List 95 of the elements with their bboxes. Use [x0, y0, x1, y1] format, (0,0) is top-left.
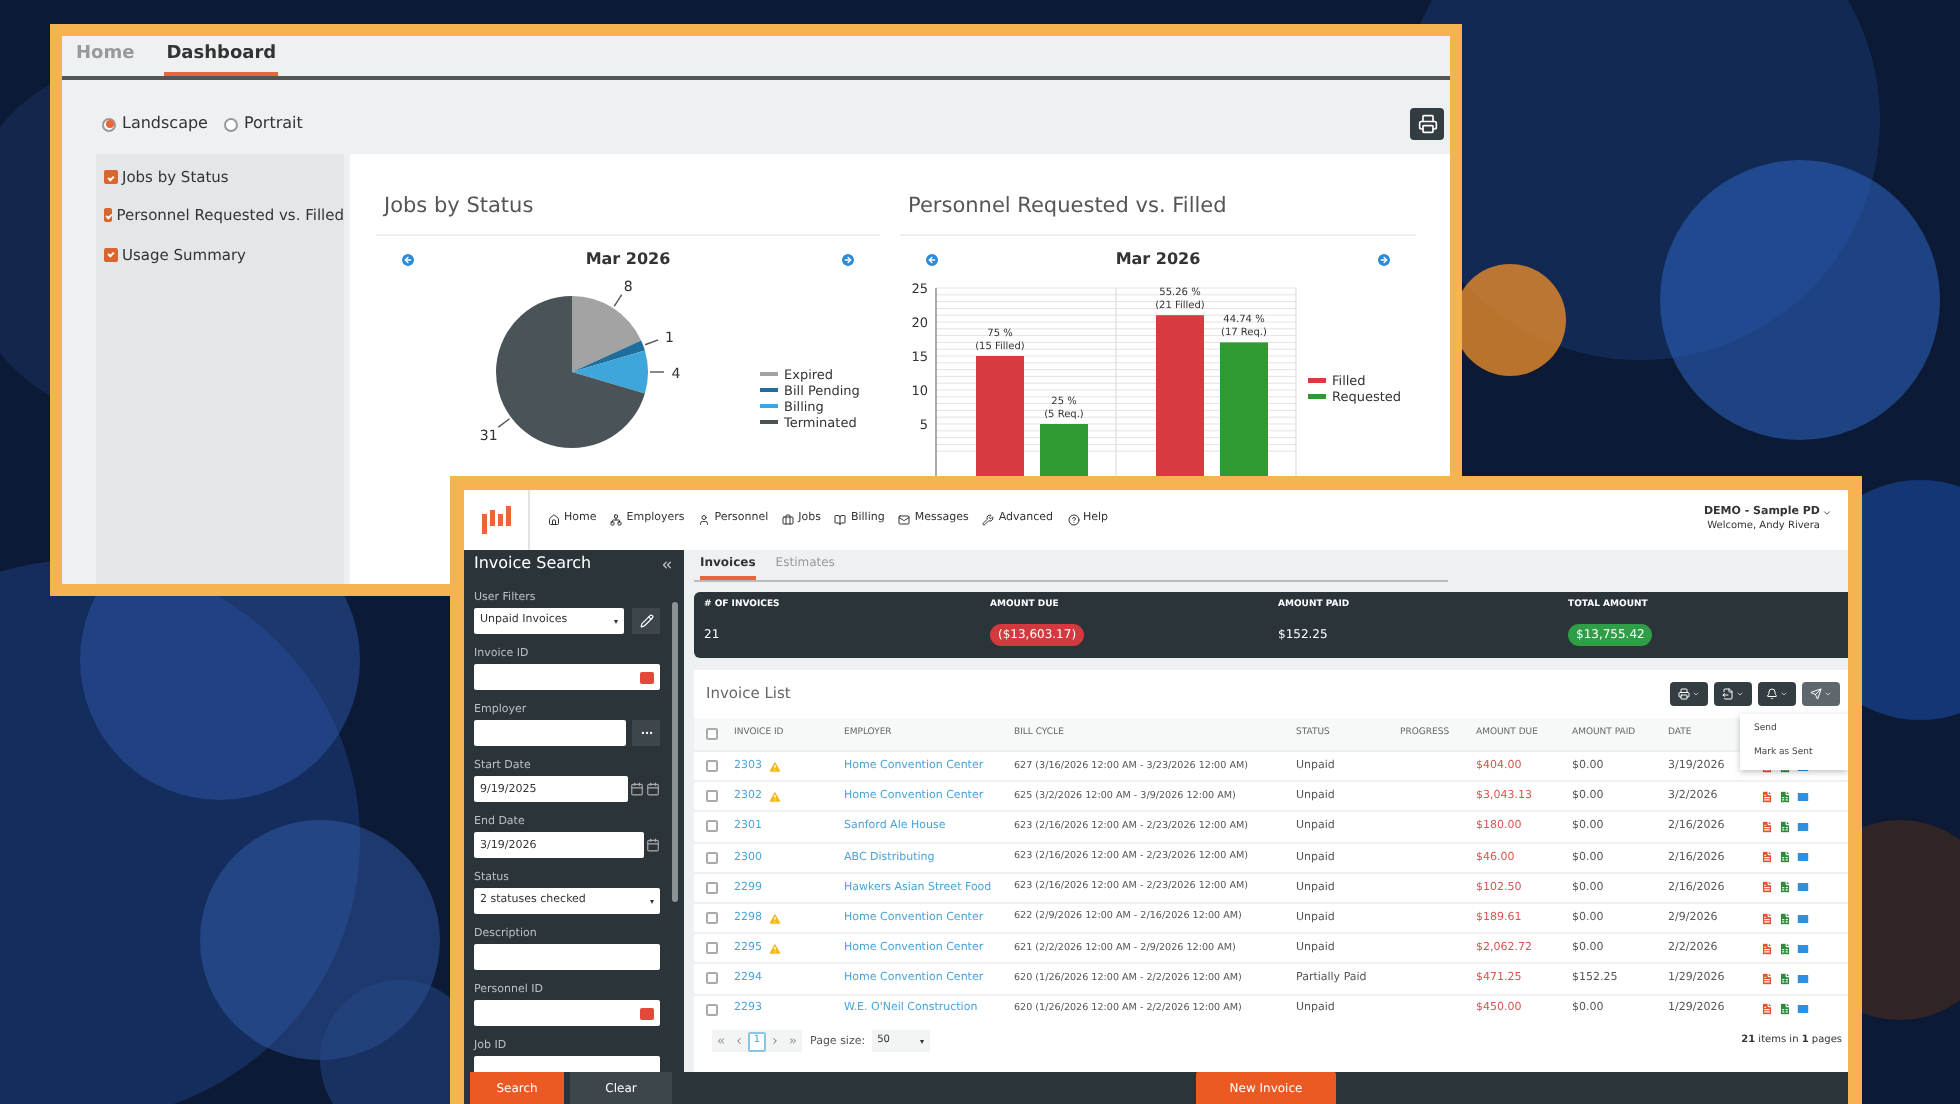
checkbox[interactable] [706, 728, 718, 740]
pdf-icon[interactable] [1760, 819, 1774, 834]
toolbar-dropdown-button[interactable] [1758, 682, 1796, 706]
home-icon [548, 514, 560, 526]
mail-icon[interactable] [1796, 1002, 1810, 1017]
radio-label: Landscape [122, 112, 208, 136]
pdf-icon[interactable] [1760, 1002, 1774, 1017]
send-icon [1810, 688, 1822, 700]
next-icon[interactable] [1375, 251, 1392, 268]
wrench-icon [982, 514, 995, 526]
checkbox[interactable] [706, 760, 718, 773]
legend-swatch [760, 403, 778, 408]
next-icon [770, 1036, 780, 1047]
bar [1220, 341, 1268, 482]
leader-line [649, 370, 665, 373]
spreadsheet-icon[interactable] [1778, 941, 1792, 956]
bar [1040, 423, 1088, 482]
widget-title: Jobs by Status [376, 192, 880, 236]
calendar-icon[interactable] [646, 782, 660, 796]
radio-button[interactable] [223, 117, 238, 131]
next-icon[interactable] [839, 251, 856, 268]
checkbox[interactable] [706, 790, 718, 803]
pdf-icon[interactable] [1760, 880, 1774, 895]
export-icon [1722, 688, 1734, 700]
input-field[interactable] [474, 944, 660, 970]
radio-button[interactable] [102, 117, 116, 131]
radio-label: Portrait [243, 112, 303, 136]
checkbox[interactable] [706, 881, 718, 894]
toolbar-dropdown-button[interactable] [1714, 682, 1752, 706]
pdf-icon[interactable] [1760, 789, 1774, 804]
spreadsheet-icon[interactable] [1778, 819, 1792, 834]
tab[interactable]: Dashboard [164, 41, 279, 76]
previous-icon[interactable] [400, 251, 416, 268]
spreadsheet-icon[interactable] [1778, 1002, 1792, 1017]
print-icon [1678, 688, 1690, 700]
person-icon [698, 514, 711, 526]
leader-line [644, 338, 659, 345]
spreadsheet-icon[interactable] [1778, 971, 1792, 986]
leader-line [613, 293, 623, 307]
calendar-icon[interactable] [630, 782, 644, 796]
checkbox[interactable] [104, 208, 113, 223]
legend-swatch [760, 371, 778, 376]
spreadsheet-icon[interactable] [1778, 880, 1792, 895]
checkbox[interactable] [706, 942, 718, 955]
toolbar-dropdown-button[interactable] [1802, 682, 1840, 706]
logo-icon [480, 506, 512, 534]
leader-line [497, 417, 511, 428]
collapse-icon[interactable] [660, 557, 674, 571]
checkbox[interactable] [104, 170, 118, 185]
previous-icon [734, 1036, 744, 1047]
hierarchy-icon [610, 514, 623, 526]
checkbox[interactable] [706, 1003, 718, 1016]
book-icon [834, 514, 847, 526]
sidebar-title: Invoice Search [474, 552, 592, 576]
pdf-icon[interactable] [1760, 911, 1774, 926]
chart-title: Mar 2026 [585, 247, 671, 272]
pdf-icon[interactable] [1760, 971, 1774, 986]
chart-title: Mar 2026 [1115, 247, 1201, 272]
clear-icon[interactable] [640, 671, 654, 683]
more-icon [639, 726, 653, 740]
legend-swatch [1308, 377, 1326, 383]
briefcase-icon [782, 514, 795, 526]
checkbox[interactable] [104, 247, 118, 262]
input-field[interactable] [474, 1000, 660, 1026]
legend-swatch [760, 387, 778, 392]
mail-icon [898, 514, 911, 526]
legend-swatch [1308, 393, 1326, 399]
spreadsheet-icon[interactable] [1778, 789, 1792, 804]
last-page-icon [788, 1036, 798, 1047]
bell-icon [1766, 688, 1778, 700]
clear-icon[interactable] [640, 1007, 654, 1019]
edit-button[interactable] [632, 608, 660, 634]
spreadsheet-icon[interactable] [1778, 911, 1792, 926]
checkbox[interactable] [706, 820, 718, 833]
checkbox[interactable] [706, 972, 718, 985]
calendar-icon[interactable] [646, 838, 660, 852]
pdf-icon[interactable] [1760, 941, 1774, 956]
help-icon [1067, 514, 1079, 526]
caret-icon [1822, 507, 1832, 518]
input-field[interactable] [474, 720, 626, 746]
input-field[interactable] [474, 664, 660, 690]
print-icon [1417, 114, 1437, 134]
previous-icon[interactable] [924, 251, 940, 268]
checkbox[interactable] [706, 851, 718, 864]
toolbar-dropdown-button[interactable] [1670, 682, 1708, 706]
bar [976, 355, 1024, 482]
tab[interactable]: Home [74, 41, 137, 76]
print-button[interactable] [1410, 108, 1444, 140]
first-page-icon [716, 1036, 726, 1047]
pdf-icon[interactable] [1760, 850, 1774, 865]
spreadsheet-icon[interactable] [1778, 850, 1792, 865]
legend-swatch [760, 419, 778, 424]
checkbox[interactable] [706, 912, 718, 925]
pencil-icon [639, 614, 653, 628]
widget-title: Personnel Requested vs. Filled [900, 192, 1416, 236]
